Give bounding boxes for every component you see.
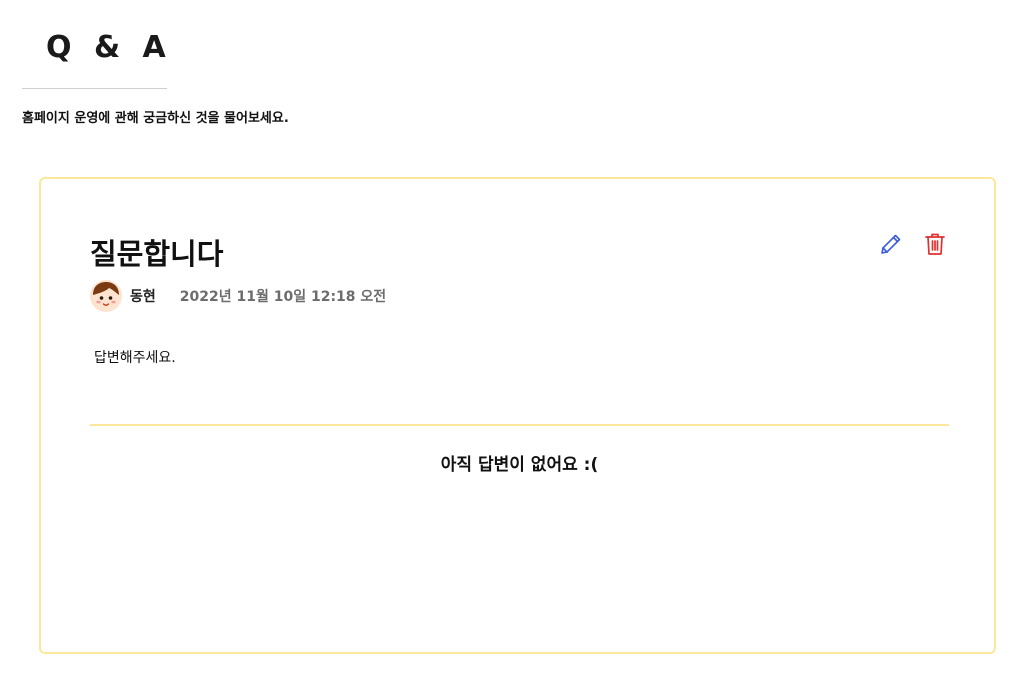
pencil-icon — [881, 234, 901, 254]
author-name: 동현 — [130, 289, 156, 305]
delete-button[interactable] — [922, 231, 948, 257]
question-body: 답변해주세요. — [94, 350, 176, 366]
edit-button[interactable] — [878, 231, 904, 257]
no-answer-message: 아직 답변이 없어요 :( — [440, 455, 599, 475]
page-description: 홈페이지 운영에 관해 궁금하신 것을 물어보세요. — [22, 111, 289, 126]
question-title: 질문합니다 — [90, 237, 224, 271]
question-card: 질문합니다 동현 2022년 11월 10일 12:18 오전 답변해주세요. … — [39, 177, 996, 654]
question-actions — [878, 231, 948, 257]
page-title: Q & A — [46, 30, 172, 65]
user-avatar-icon — [90, 280, 122, 312]
trash-icon — [925, 233, 945, 255]
answer-divider — [90, 424, 949, 426]
qna-page: Q & A 홈페이지 운영에 관해 궁금하신 것을 물어보세요. 질문합니다 동… — [0, 0, 1030, 690]
title-divider — [22, 88, 167, 89]
author-row: 동현 2022년 11월 10일 12:18 오전 — [90, 280, 386, 312]
post-date: 2022년 11월 10일 12:18 오전 — [179, 289, 387, 305]
